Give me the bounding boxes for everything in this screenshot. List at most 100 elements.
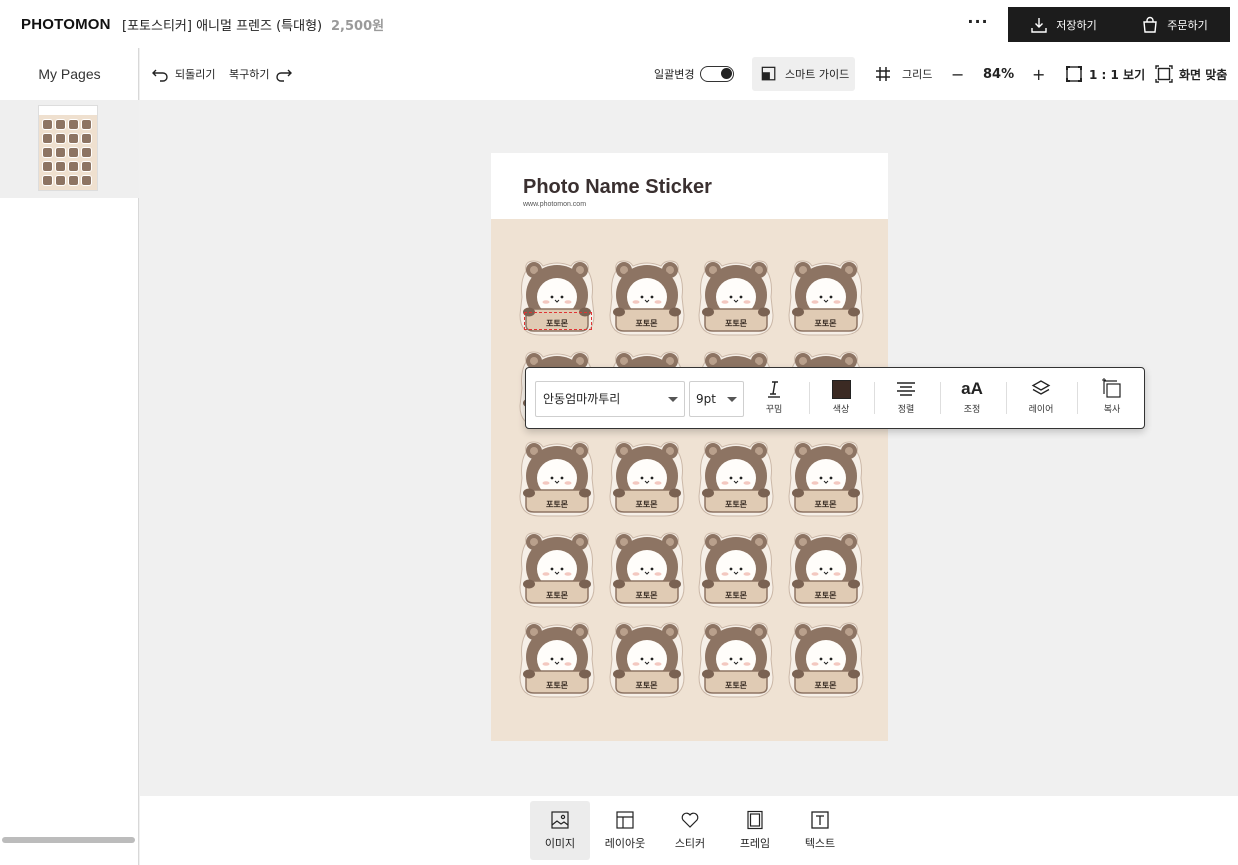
batch-change-label: 일괄변경 — [654, 68, 695, 81]
thumbnail-sticker-cell — [68, 119, 79, 130]
thumbnail-sticker-cell — [42, 147, 53, 158]
panel-scrollbar[interactable] — [2, 837, 135, 843]
color-button[interactable]: 색상 — [813, 376, 869, 422]
copy-label: 복사 — [1103, 405, 1121, 415]
photomon-logo[interactable]: PHOTOMON — [21, 16, 111, 33]
order-button[interactable]: 주문하기 — [1119, 7, 1230, 42]
sticker-tool-label: 스티커 — [674, 837, 706, 850]
fit-screen-icon — [1155, 65, 1173, 83]
sticker-name-label[interactable]: 포토몬 — [518, 590, 596, 601]
sticker-name-label[interactable]: 포토몬 — [608, 590, 686, 601]
sticker-item[interactable]: 포토몬 — [697, 529, 775, 611]
grid-button[interactable]: 그리드 — [874, 48, 932, 100]
pages-panel: My Pages — [0, 48, 139, 865]
smart-guide-button[interactable]: 스마트 가이드 — [752, 57, 855, 91]
font-size-select[interactable]: 9pt — [689, 381, 744, 417]
decoration-button[interactable]: 꾸밈 — [746, 376, 802, 422]
thumbnail-sticker-cell — [81, 147, 92, 158]
thumbnail-sticker-cell — [81, 161, 92, 172]
copy-icon — [1102, 378, 1121, 398]
undo-icon — [152, 69, 168, 82]
copy-button[interactable]: 복사 — [1084, 376, 1140, 422]
sticker-item[interactable]: 포토몬 — [787, 438, 865, 520]
save-button[interactable]: 저장하기 — [1008, 7, 1119, 42]
layer-button[interactable]: 레이어 — [1013, 376, 1069, 422]
sticker-item[interactable]: 포토몬 — [608, 619, 686, 701]
undo-label: 되돌리기 — [175, 68, 216, 81]
sticker-name-label[interactable]: 포토몬 — [787, 590, 865, 601]
text-tool-label: 텍스트 — [804, 837, 836, 850]
text-tool-button[interactable]: 텍스트 — [790, 801, 850, 860]
sticker-name-label[interactable]: 포토몬 — [697, 590, 775, 601]
zoom-out-button[interactable]: − — [951, 48, 964, 100]
document-title: [포토스티커] 애니멀 프렌즈 (특대형) — [122, 19, 323, 34]
page-thumbnail-row[interactable] — [0, 100, 139, 198]
batch-change-toggle[interactable]: 일괄변경 — [654, 48, 735, 100]
color-label: 색상 — [832, 405, 850, 415]
font-family-select[interactable]: 안동엄마까투리 — [535, 381, 685, 417]
thumbnail-sticker-cell — [68, 175, 79, 186]
batch-change-switch[interactable] — [700, 66, 735, 82]
color-swatch — [831, 379, 851, 399]
layers-icon — [1031, 380, 1051, 395]
sticker-name-label[interactable]: 포토몬 — [608, 680, 686, 691]
toolbar-divider — [809, 382, 810, 414]
more-options-button[interactable]: ··· — [966, 14, 990, 34]
layout-tool-button[interactable]: 레이아웃 — [595, 801, 655, 860]
frame-tool-label: 프레임 — [739, 837, 771, 850]
sticker-name-label[interactable]: 포토몬 — [787, 499, 865, 510]
sticker-item[interactable]: 포토몬 — [518, 619, 596, 701]
sticker-item[interactable]: 포토몬 — [518, 438, 596, 520]
page-url[interactable]: www.photomon.com — [523, 201, 586, 208]
align-button[interactable]: 정렬 — [878, 376, 934, 422]
frame-tool-button[interactable]: 프레임 — [725, 801, 785, 860]
design-page[interactable]: Photo Name Sticker www.photomon.com 포토몬포… — [491, 153, 888, 741]
page-title[interactable]: Photo Name Sticker — [523, 176, 712, 199]
page-thumbnail[interactable] — [38, 105, 98, 191]
frame-icon — [747, 810, 763, 830]
sticker-item[interactable]: 포토몬 — [697, 619, 775, 701]
redo-label: 복구하기 — [229, 68, 270, 81]
undo-button[interactable]: 되돌리기 — [151, 48, 215, 100]
fit-screen-button[interactable]: 화면 맞춤 — [1155, 48, 1227, 100]
sticker-tool-button[interactable]: 스티커 — [660, 801, 720, 860]
heart-icon — [681, 812, 699, 828]
sticker-item[interactable]: 포토몬 — [787, 619, 865, 701]
image-tool-label: 이미지 — [544, 837, 576, 850]
save-label: 저장하기 — [1056, 18, 1097, 32]
sticker-name-label[interactable]: 포토몬 — [518, 680, 596, 691]
sticker-name-label[interactable]: 포토몬 — [697, 499, 775, 510]
sticker-item[interactable]: 포토몬 — [787, 529, 865, 611]
adjust-label: 조정 — [963, 405, 981, 415]
thumbnail-sticker-cell — [42, 133, 53, 144]
thumbnail-header — [39, 106, 97, 115]
actual-size-button[interactable]: 1 : 1 보기 — [1065, 48, 1145, 100]
redo-button[interactable]: 복구하기 — [229, 48, 293, 100]
thumbnail-sticker-cell — [42, 175, 53, 186]
chevron-down-icon — [668, 397, 678, 402]
align-center-icon — [897, 382, 915, 396]
thumbnail-sticker-cell — [42, 119, 53, 130]
sticker-name-label[interactable]: 포토몬 — [608, 499, 686, 510]
sticker-item[interactable]: 포토몬 — [608, 438, 686, 520]
thumbnail-sticker-cell — [81, 175, 92, 186]
sticker-item[interactable]: 포토몬 — [608, 529, 686, 611]
document-price: 2,500원 — [331, 19, 385, 34]
sticker-item[interactable]: 포토몬 — [518, 529, 596, 611]
sticker-name-label[interactable]: 포토몬 — [697, 680, 775, 691]
selected-text-box[interactable] — [524, 312, 592, 330]
sticker-name-label[interactable]: 포토몬 — [787, 680, 865, 691]
adjust-button[interactable]: aA 조정 — [944, 376, 1000, 422]
thumbnail-sticker-cell — [68, 133, 79, 144]
zoom-in-button[interactable]: + — [1032, 48, 1045, 100]
sticker-item[interactable]: 포토몬 — [608, 257, 686, 339]
sticker-item[interactable]: 포토몬 — [787, 257, 865, 339]
image-tool-button[interactable]: 이미지 — [530, 801, 590, 860]
sticker-name-label[interactable]: 포토몬 — [608, 318, 686, 329]
text-edit-toolbar: 안동엄마까투리 9pt 꾸밈 색상 정렬 aA 조정 레이어 복사 — [525, 367, 1145, 429]
sticker-item[interactable]: 포토몬 — [697, 438, 775, 520]
sticker-name-label[interactable]: 포토몬 — [787, 318, 865, 329]
sticker-name-label[interactable]: 포토몬 — [518, 499, 596, 510]
sticker-item[interactable]: 포토몬 — [697, 257, 775, 339]
sticker-name-label[interactable]: 포토몬 — [697, 318, 775, 329]
